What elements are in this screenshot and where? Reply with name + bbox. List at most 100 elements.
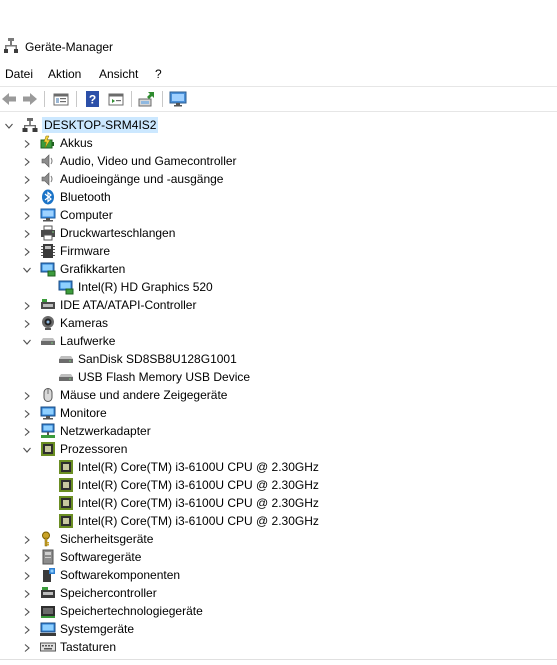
tree-item-label: Kameras <box>60 316 109 330</box>
device-tree: DESKTOP-SRM4IS2 Akkus Audio, Video und Gam… <box>0 116 557 665</box>
chevron-right-icon[interactable] <box>22 246 32 256</box>
chevron-right-icon[interactable] <box>22 318 32 328</box>
tree-category[interactable]: Kameras <box>22 314 108 332</box>
toolbar-separator <box>44 91 45 107</box>
chevron-right-icon[interactable] <box>22 174 32 184</box>
tree-category[interactable]: Computer <box>22 206 113 224</box>
tree-category[interactable]: Prozessoren <box>22 440 127 458</box>
chevron-down-icon[interactable] <box>22 336 32 346</box>
menu-datei[interactable]: Datei <box>5 67 33 81</box>
svg-text:?: ? <box>89 93 96 107</box>
menu-help[interactable]: ? <box>155 67 162 81</box>
details-view-icon[interactable] <box>107 90 125 108</box>
chevron-right-icon[interactable] <box>22 606 32 616</box>
printer-icon <box>40 225 56 241</box>
security-key-icon <box>40 531 56 547</box>
system-device-icon <box>40 621 56 637</box>
tree-category[interactable]: Netzwerkadapter <box>22 422 151 440</box>
drive-icon <box>40 333 56 349</box>
tree-item-label: Computer <box>60 208 113 222</box>
tree-device[interactable]: Intel(R) Core(TM) i3-6100U CPU @ 2.30GHz <box>58 458 319 476</box>
chevron-right-icon[interactable] <box>22 138 32 148</box>
back-arrow-icon[interactable] <box>0 90 18 108</box>
chevron-down-icon[interactable] <box>4 120 14 130</box>
tree-device[interactable]: USB Flash Memory USB Device <box>58 368 250 386</box>
tree-item-label: Laufwerke <box>60 334 116 348</box>
processor-icon <box>40 441 56 457</box>
tree-item-label: Akkus <box>60 136 93 150</box>
scan-hardware-icon[interactable] <box>138 90 156 108</box>
toolbar-separator <box>76 91 77 107</box>
chevron-right-icon[interactable] <box>22 228 32 238</box>
tree-category[interactable]: IDE ATA/ATAPI-Controller <box>22 296 196 314</box>
chevron-right-icon[interactable] <box>22 624 32 634</box>
tree-device[interactable]: SanDisk SD8SB8U128G1001 <box>58 350 237 368</box>
tree-device[interactable]: Intel(R) Core(TM) i3-6100U CPU @ 2.30GHz <box>58 512 319 530</box>
monitor-action-icon[interactable] <box>169 90 187 108</box>
chevron-down-icon[interactable] <box>22 264 32 274</box>
tree-root[interactable]: DESKTOP-SRM4IS2 <box>4 116 159 134</box>
tree-category[interactable]: Sicherheitsgeräte <box>22 530 153 548</box>
tree-category[interactable]: Laufwerke <box>22 332 115 350</box>
tree-root-label: DESKTOP-SRM4IS2 <box>42 117 159 133</box>
chevron-right-icon[interactable] <box>22 570 32 580</box>
tree-device[interactable]: Intel(R) Core(TM) i3-6100U CPU @ 2.30GHz <box>58 476 319 494</box>
tree-item-label: Druckwarteschlangen <box>60 226 176 240</box>
tree-category[interactable]: Tastaturen <box>22 638 116 656</box>
device-manager-icon <box>4 38 18 53</box>
tree-category[interactable]: Audioeingänge und -ausgänge <box>22 170 223 188</box>
toolbar: ? <box>0 86 557 112</box>
tree-category[interactable]: Softwaregeräte <box>22 548 141 566</box>
tree-category[interactable]: Mäuse und andere Zeigegeräte <box>22 386 227 404</box>
menu-aktion[interactable]: Aktion <box>48 67 81 81</box>
tree-category[interactable]: Druckwarteschlangen <box>22 224 175 242</box>
tree-item-label: USB Flash Memory USB Device <box>78 370 251 384</box>
speaker-icon <box>40 171 56 187</box>
chevron-right-icon[interactable] <box>22 210 32 220</box>
tree-category[interactable]: Audio, Video und Gamecontroller <box>22 152 237 170</box>
tree-item-label: Mäuse und andere Zeigegeräte <box>60 388 228 402</box>
display-adapter-icon <box>40 261 56 277</box>
chevron-right-icon[interactable] <box>22 300 32 310</box>
tree-category[interactable]: Monitore <box>22 404 107 422</box>
tree-item-label: Softwaregeräte <box>60 550 142 564</box>
properties-view-icon[interactable] <box>52 90 70 108</box>
tree-item-label: Netzwerkadapter <box>60 424 151 438</box>
camera-icon <box>40 315 56 331</box>
menu-bar: Datei Aktion Ansicht ? <box>0 62 557 84</box>
chevron-right-icon[interactable] <box>22 408 32 418</box>
chevron-right-icon[interactable] <box>22 534 32 544</box>
display-adapter-icon <box>58 279 74 295</box>
processor-icon <box>58 495 74 511</box>
tree-item-label: Intel(R) Core(TM) i3-6100U CPU @ 2.30GHz <box>78 496 319 510</box>
chevron-right-icon[interactable] <box>22 192 32 202</box>
computer-icon <box>40 207 56 223</box>
tree-category[interactable]: Speichertechnologiegeräte <box>22 602 203 620</box>
chevron-right-icon[interactable] <box>22 426 32 436</box>
chevron-right-icon[interactable] <box>22 390 32 400</box>
menu-ansicht[interactable]: Ansicht <box>99 67 138 81</box>
help-icon[interactable]: ? <box>84 90 102 108</box>
processor-icon <box>58 513 74 529</box>
tree-category[interactable]: Speichercontroller <box>22 584 157 602</box>
drive-icon <box>58 369 74 385</box>
chevron-right-icon[interactable] <box>22 642 32 652</box>
tree-item-label: IDE ATA/ATAPI-Controller <box>60 298 197 312</box>
chevron-right-icon[interactable] <box>22 588 32 598</box>
chevron-down-icon[interactable] <box>22 444 32 454</box>
tree-device[interactable]: Intel(R) Core(TM) i3-6100U CPU @ 2.30GHz <box>58 494 319 512</box>
title-bar: Geräte-Manager <box>0 0 557 62</box>
tree-category[interactable]: Softwarekomponenten <box>22 566 180 584</box>
tree-category[interactable]: Akkus <box>22 134 93 152</box>
status-divider <box>0 659 557 660</box>
chevron-right-icon[interactable] <box>22 552 32 562</box>
tree-device[interactable]: Intel(R) HD Graphics 520 <box>58 278 213 296</box>
tree-category[interactable]: Systemgeräte <box>22 620 134 638</box>
tree-category[interactable]: Bluetooth <box>22 188 111 206</box>
tree-category[interactable]: Grafikkarten <box>22 260 125 278</box>
battery-icon <box>40 135 56 151</box>
forward-arrow-icon[interactable] <box>21 90 39 108</box>
tree-category[interactable]: Firmware <box>22 242 110 260</box>
chevron-right-icon[interactable] <box>22 156 32 166</box>
tree-item-label: Prozessoren <box>60 442 128 456</box>
